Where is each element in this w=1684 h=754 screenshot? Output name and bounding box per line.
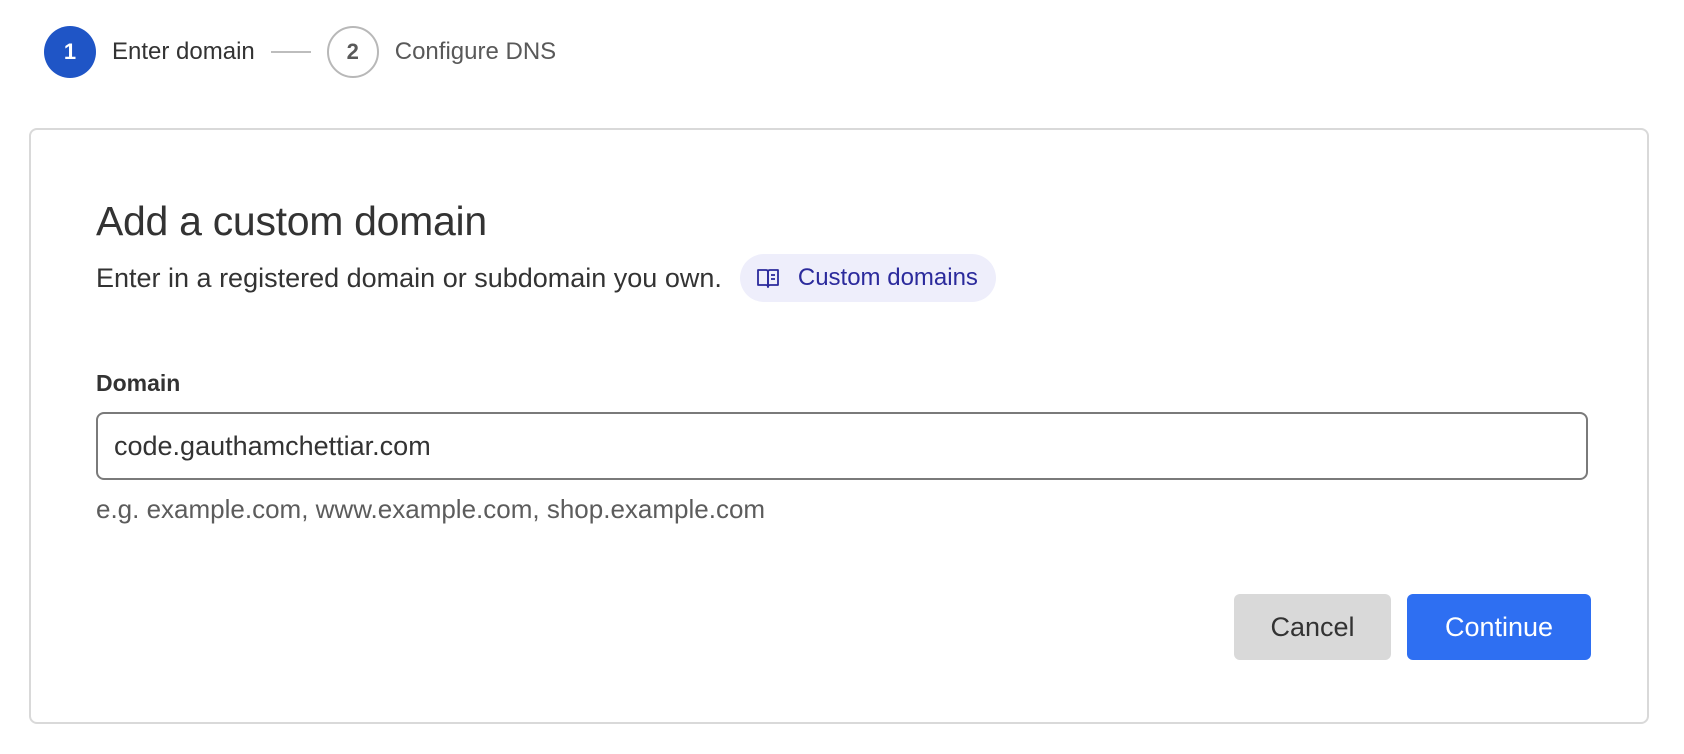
domain-input[interactable] — [96, 412, 1588, 480]
book-icon — [756, 267, 780, 289]
step-number-badge: 1 — [44, 26, 96, 78]
step-enter-domain: 1 Enter domain — [44, 26, 255, 78]
subtitle: Enter in a registered domain or subdomai… — [96, 262, 722, 293]
domain-helper-text: e.g. example.com, www.example.com, shop.… — [96, 494, 766, 524]
step-configure-dns: 2 Configure DNS — [326, 26, 557, 78]
add-domain-card: Add a custom domain Enter in a registere… — [29, 128, 1649, 724]
doc-link-label: Custom domains — [797, 264, 978, 291]
custom-domains-doc-link[interactable]: Custom domains — [739, 254, 996, 302]
stepper: 1 Enter domain 2 Configure DNS — [44, 26, 556, 78]
page: 1 Enter domain 2 Configure DNS Add a cus… — [0, 0, 1684, 754]
cancel-button[interactable]: Cancel — [1234, 594, 1391, 660]
domain-field-label: Domain — [96, 370, 181, 396]
step-connector — [270, 51, 311, 53]
step-number-badge: 2 — [326, 26, 379, 78]
step-label: Configure DNS — [394, 38, 557, 65]
continue-button[interactable]: Continue — [1407, 594, 1591, 660]
step-label: Enter domain — [112, 38, 255, 65]
subtitle-row: Enter in a registered domain or subdomai… — [96, 254, 996, 302]
page-title: Add a custom domain — [96, 198, 487, 244]
